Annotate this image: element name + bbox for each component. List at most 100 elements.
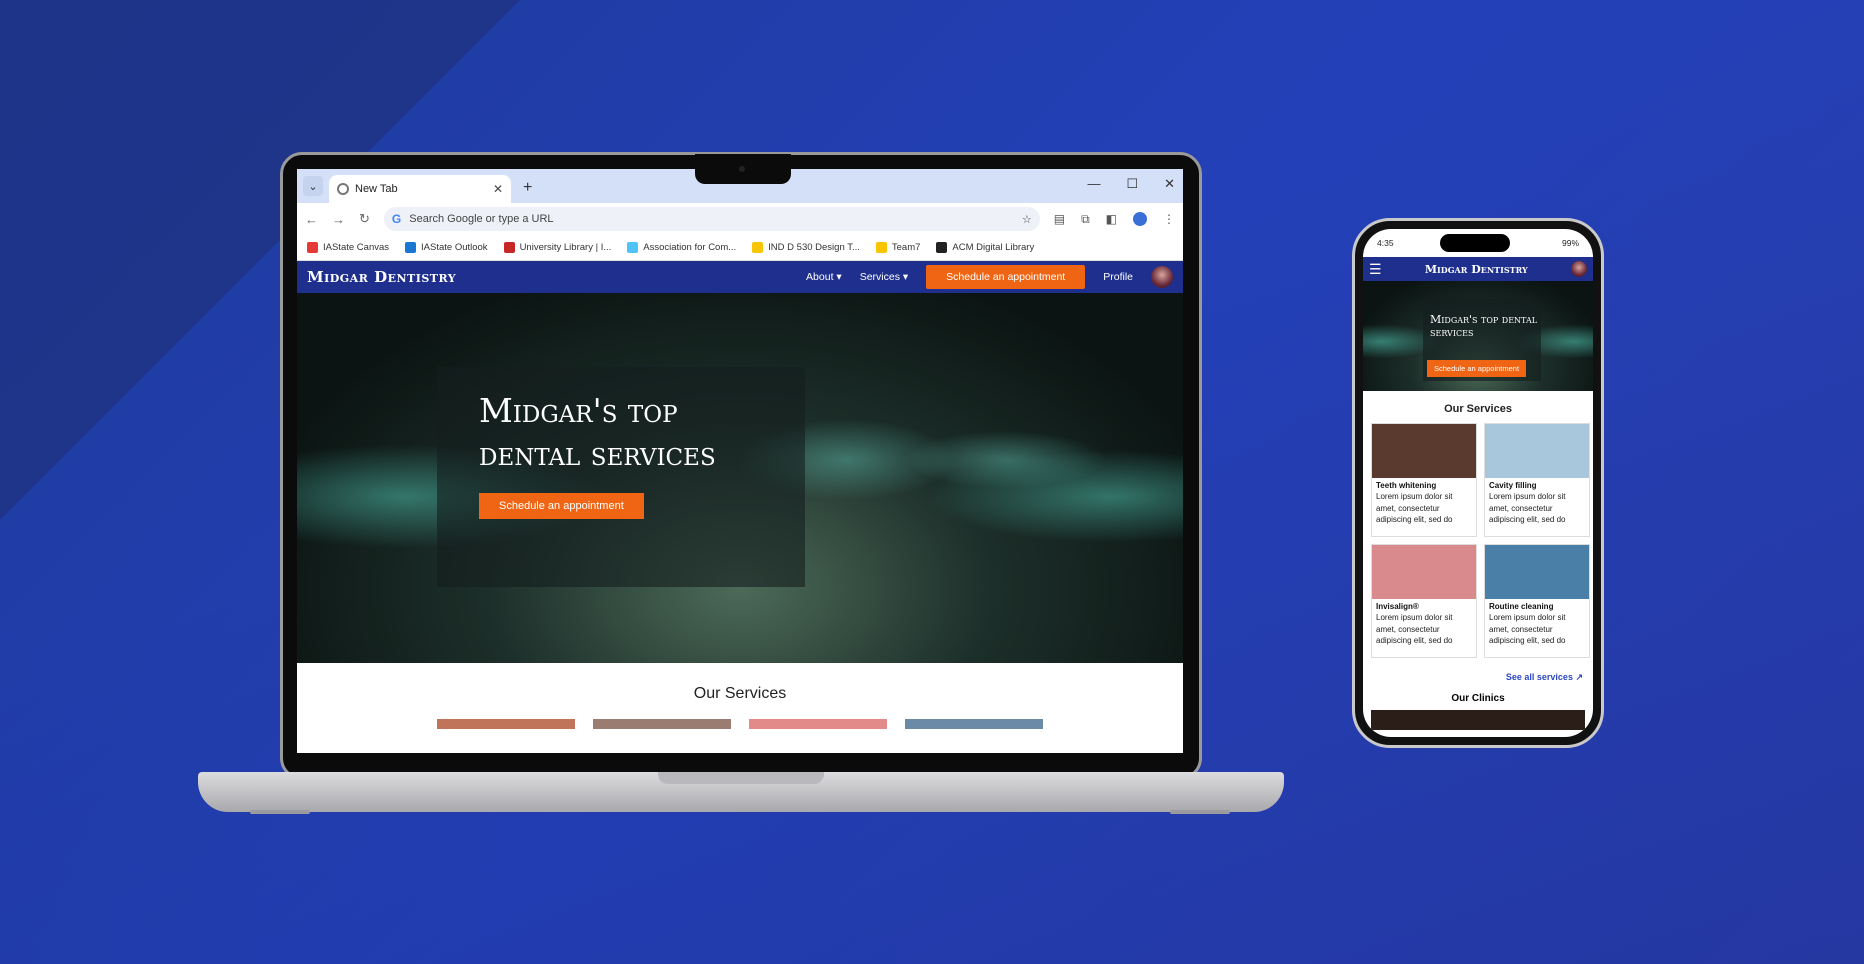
- phone-status-bar: 4:35 99%: [1363, 229, 1593, 257]
- phone-logo[interactable]: Midgar Dentistry: [1425, 263, 1528, 276]
- bookmark-item[interactable]: University Library | I...: [503, 242, 611, 253]
- laptop-foot: [250, 810, 310, 814]
- bookmark-item[interactable]: ACM Digital Library: [936, 242, 1034, 253]
- bookmark-favicon-icon: [875, 242, 887, 253]
- address-placeholder: Search Google or type a URL: [409, 213, 554, 225]
- back-icon[interactable]: ←: [305, 212, 318, 227]
- bookmark-favicon-icon: [936, 242, 948, 253]
- phone-clinics-heading: Our Clinics: [1451, 693, 1505, 704]
- close-tab-icon[interactable]: ✕: [493, 182, 503, 196]
- service-card[interactable]: Cavity filling Lorem ipsum dolor sit amet…: [1484, 423, 1590, 537]
- bookmark-label: IAState Outlook: [421, 242, 488, 253]
- address-bar[interactable]: G Search Google or type a URL ☆: [383, 207, 1040, 231]
- phone-services-heading: Our Services: [1444, 403, 1512, 415]
- forward-icon[interactable]: →: [332, 212, 345, 227]
- profile-link[interactable]: Profile: [1103, 271, 1133, 283]
- battery-level: 99%: [1561, 238, 1579, 248]
- phone-hero: Midgar's top dental services Schedule an…: [1363, 281, 1593, 391]
- site-navbar: Midgar Dentistry About ▾ Services ▾ Sche…: [297, 261, 1183, 293]
- window-controls: — ☐ ✕: [1087, 176, 1175, 192]
- bookmark-item[interactable]: IAState Outlook: [405, 242, 488, 253]
- bookmark-favicon-icon: [752, 242, 764, 253]
- service-thumb[interactable]: [437, 719, 575, 729]
- close-window-icon[interactable]: ✕: [1164, 176, 1175, 192]
- bookmark-label: IND D 530 Design T...: [768, 242, 860, 253]
- service-card-image: [1485, 424, 1589, 478]
- services-strip: [297, 719, 1183, 729]
- menu-icon[interactable]: ⋮: [1163, 212, 1175, 226]
- schedule-button[interactable]: Schedule an appointment: [926, 265, 1086, 289]
- phone-screen: 4:35 99% ☰ Midgar Dentistry Midgar's top…: [1363, 229, 1593, 737]
- site-logo[interactable]: Midgar Dentistry: [307, 268, 456, 286]
- bookmark-label: ACM Digital Library: [952, 242, 1035, 253]
- service-card-desc: Lorem ipsum dolor sit amet, consectetur …: [1489, 613, 1566, 645]
- laptop-mockup: ⌄ New Tab ✕ + — ☐ ✕ ← → ↻ G Search Googl…: [280, 152, 1202, 780]
- toolbar-actions: ▤ ⧉ ◧ ⋮: [1054, 212, 1175, 227]
- services-heading: Our Services: [693, 685, 787, 702]
- bookmark-favicon-icon: [627, 242, 639, 253]
- service-thumb[interactable]: [905, 719, 1043, 729]
- bookmark-item[interactable]: Team7: [875, 242, 921, 253]
- reload-icon[interactable]: ↻: [359, 211, 370, 227]
- phone-hero-box: Midgar's top dental services Schedule an…: [1423, 299, 1541, 381]
- phone-avatar[interactable]: [1571, 261, 1587, 277]
- service-card-image: [1372, 424, 1476, 478]
- phone-services-grid: Teeth whitening Lorem ipsum dolor sit ame…: [1363, 415, 1593, 658]
- laptop-foot: [1170, 810, 1230, 814]
- bookmark-label: IAState Canvas: [323, 242, 390, 253]
- service-card-title: Cavity filling: [1489, 481, 1537, 490]
- hamburger-icon[interactable]: ☰: [1369, 261, 1382, 278]
- tab-title: New Tab: [355, 183, 398, 195]
- bookmark-label: Association for Com...: [643, 242, 737, 253]
- hero-title: Midgar's top dental services: [479, 391, 716, 473]
- service-card-image: [1372, 545, 1476, 599]
- hero-schedule-button[interactable]: Schedule an appointment: [479, 493, 644, 519]
- browser-toolbar: ← → ↻ G Search Google or type a URL ☆ ▤ …: [297, 203, 1183, 235]
- service-card[interactable]: Invisalign® Lorem ipsum dolor sit amet, c…: [1371, 544, 1477, 658]
- bookmark-favicon-icon: [307, 242, 318, 253]
- service-card-title: Teeth whitening: [1376, 481, 1437, 490]
- bookmark-item[interactable]: Association for Com...: [627, 242, 736, 253]
- reading-icon[interactable]: ▤: [1054, 212, 1065, 226]
- nav-services[interactable]: Services ▾: [860, 271, 908, 283]
- laptop-notch: [695, 154, 791, 184]
- phone-schedule-button[interactable]: Schedule an appointment: [1427, 360, 1527, 377]
- service-card-desc: Lorem ipsum dolor sit amet, consectetur …: [1376, 613, 1453, 645]
- bookmark-favicon-icon: [503, 242, 515, 253]
- dynamic-island: [1439, 234, 1510, 252]
- tab-search-button[interactable]: ⌄: [303, 176, 323, 196]
- service-card-title: Routine cleaning: [1489, 602, 1554, 611]
- laptop-screen: ⌄ New Tab ✕ + — ☐ ✕ ← → ↻ G Search Googl…: [297, 169, 1183, 753]
- phone-time: 4:35: [1377, 238, 1394, 248]
- hero-box: Midgar's top dental services Schedule an…: [437, 367, 805, 587]
- service-card[interactable]: Teeth whitening Lorem ipsum dolor sit ame…: [1371, 423, 1477, 537]
- phone-mockup: 4:35 99% ☰ Midgar Dentistry Midgar's top…: [1352, 218, 1604, 748]
- service-card[interactable]: Routine cleaning Lorem ipsum dolor sit am…: [1484, 544, 1590, 658]
- nav-about[interactable]: About ▾: [806, 271, 842, 283]
- service-thumb[interactable]: [749, 719, 887, 729]
- google-icon: G: [391, 212, 402, 226]
- new-tab-button[interactable]: +: [523, 179, 532, 197]
- bookmarks-bar: IAState Canvas IAState Outlook University …: [297, 235, 1183, 261]
- bookmark-item[interactable]: IND D 530 Design T...: [752, 242, 860, 253]
- extensions-icon[interactable]: ⧉: [1081, 212, 1090, 227]
- avatar[interactable]: [1151, 266, 1173, 288]
- service-card-desc: Lorem ipsum dolor sit amet, consectetur …: [1489, 492, 1566, 524]
- hero-banner: Midgar's top dental services Schedule an…: [297, 293, 1183, 663]
- clinic-image: [1371, 710, 1585, 730]
- chrome-icon: [337, 183, 349, 195]
- phone-hero-title: Midgar's top dental services: [1430, 313, 1538, 339]
- browser-tab[interactable]: New Tab ✕: [329, 175, 511, 203]
- service-card-title: Invisalign®: [1376, 602, 1419, 611]
- profile-icon[interactable]: [1133, 212, 1147, 226]
- bookmark-label: Team7: [891, 242, 921, 253]
- minimize-icon[interactable]: —: [1087, 176, 1100, 192]
- service-thumb[interactable]: [593, 719, 731, 729]
- see-all-services-link[interactable]: See all services ↗: [1363, 658, 1593, 683]
- sidepanel-icon[interactable]: ◧: [1106, 212, 1117, 226]
- bookmark-item[interactable]: IAState Canvas: [307, 242, 389, 253]
- service-card-image: [1485, 545, 1589, 599]
- maximize-icon[interactable]: ☐: [1126, 176, 1138, 192]
- laptop-base: [198, 772, 1284, 812]
- bookmark-star-icon[interactable]: ☆: [1022, 213, 1032, 226]
